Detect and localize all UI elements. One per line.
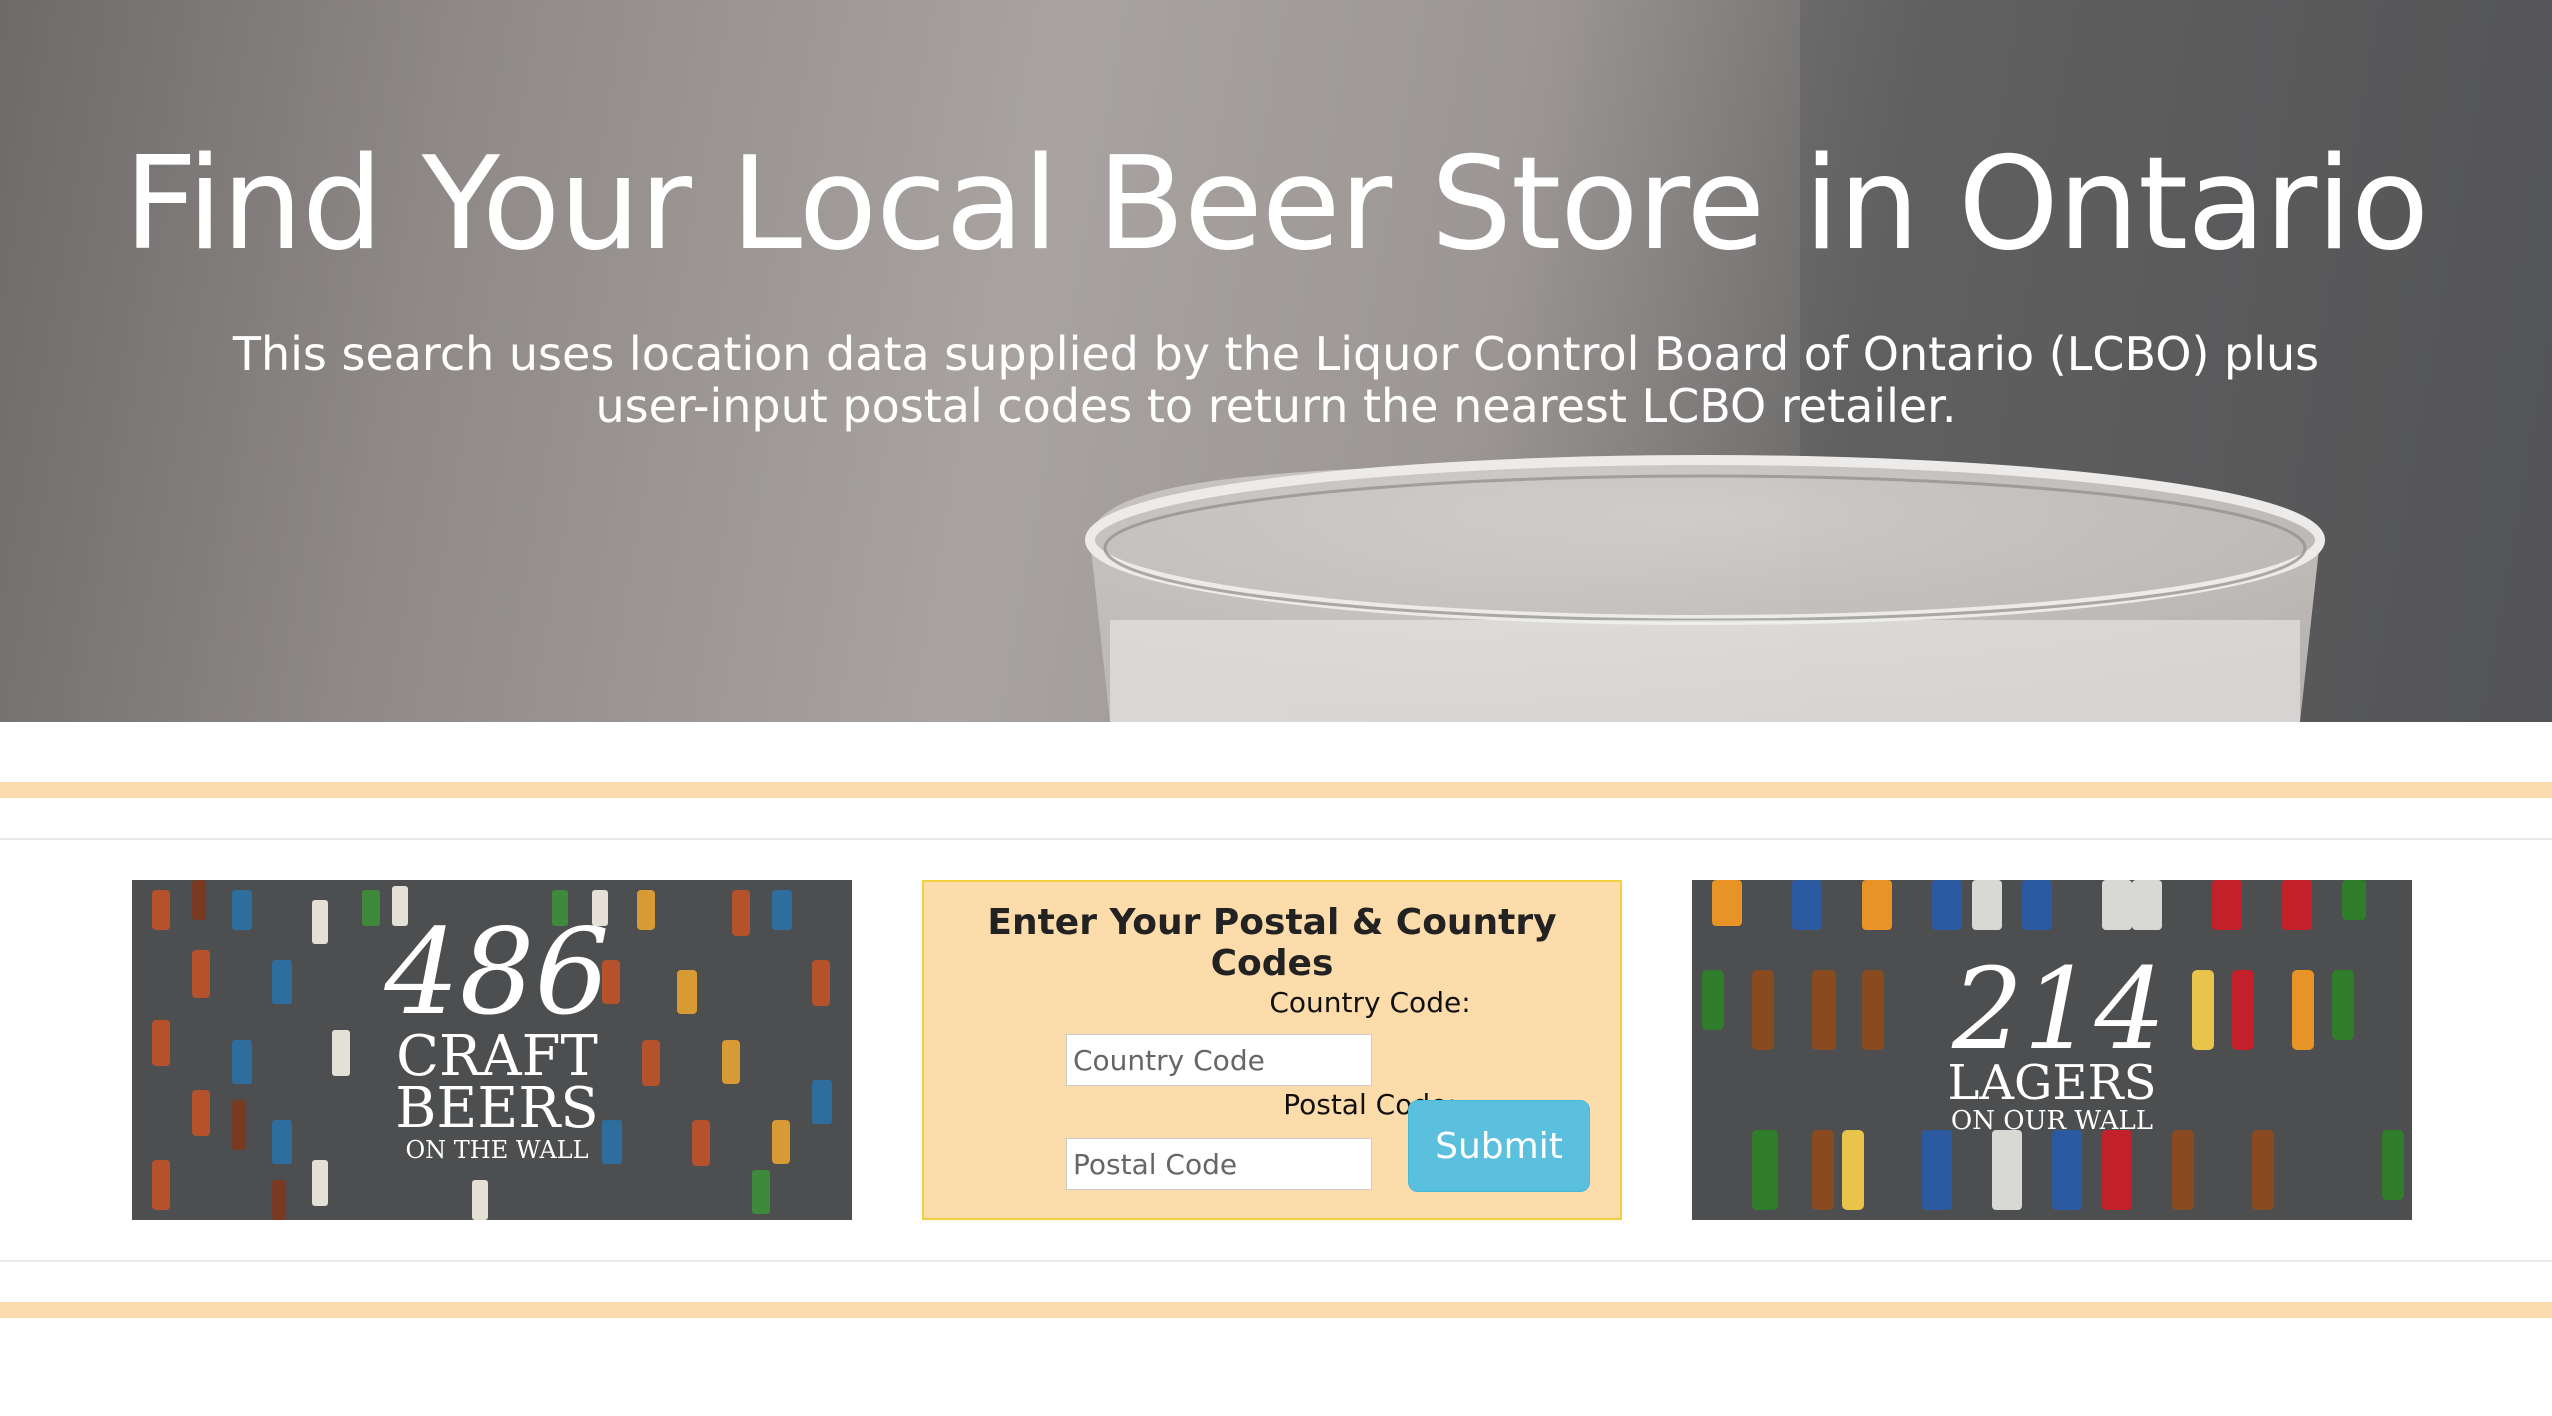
divider-rule-bottom — [0, 1260, 2552, 1262]
divider-stripe — [0, 782, 2552, 798]
on-our-wall-label: ON OUR WALL — [1950, 1106, 2154, 1136]
postal-search-form: Enter Your Postal & Country Codes Countr… — [922, 880, 1622, 1220]
postal-code-input[interactable] — [1066, 1138, 1372, 1190]
country-code-label: Country Code: — [1269, 986, 1471, 1019]
on-the-wall-label: ON THE WALL — [405, 1136, 589, 1164]
page-title: Find Your Local Beer Store in Ontario — [123, 130, 2429, 279]
hero-banner: Find Your Local Beer Store in Ontario Th… — [0, 0, 2552, 722]
form-title: Enter Your Postal & Country Codes — [987, 902, 1557, 984]
craft-beers-promo-image: 486 CRAFT BEERS ON THE WALL — [132, 880, 852, 1220]
divider-stripe-bottom — [0, 1302, 2552, 1318]
divider-rule — [0, 838, 2552, 840]
lagers-label: LAGERS — [1947, 1055, 2157, 1111]
beers-label: BEERS — [395, 1076, 599, 1141]
lager-count: 214 — [1952, 945, 2166, 1075]
submit-button[interactable]: Submit — [1408, 1100, 1590, 1192]
craft-beer-count: 486 — [384, 903, 610, 1041]
lagers-promo-image: 214 LAGERS ON OUR WALL — [1692, 880, 2412, 1220]
page-subtitle: This search uses location data supplied … — [232, 327, 2320, 433]
country-code-input[interactable] — [1066, 1034, 1372, 1086]
